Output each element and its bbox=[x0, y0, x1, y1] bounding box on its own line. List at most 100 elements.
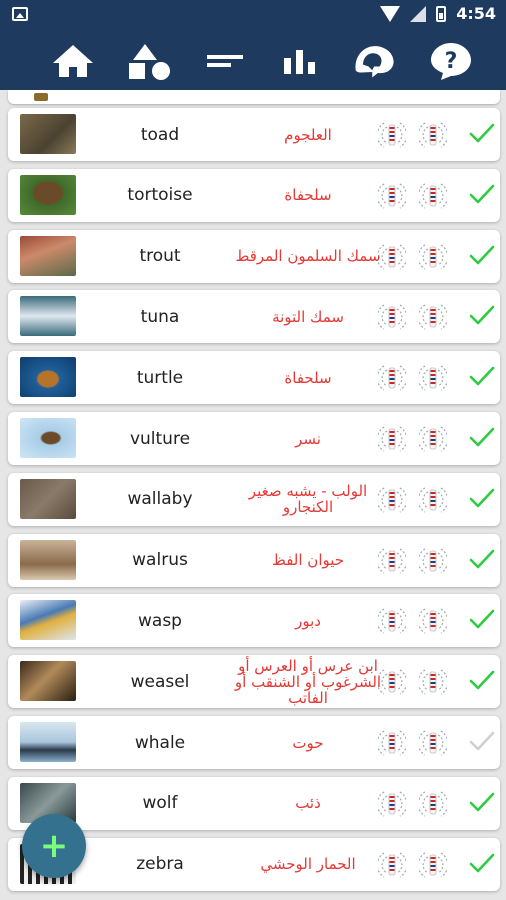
play-translation-button[interactable] bbox=[376, 787, 408, 821]
add-label: + bbox=[39, 826, 69, 866]
word-label: whale bbox=[134, 732, 186, 753]
check-icon bbox=[469, 184, 495, 204]
play-translation-button[interactable] bbox=[376, 665, 408, 699]
previous-row-edge bbox=[8, 90, 500, 104]
list-item[interactable]: wolf ذئب bbox=[8, 776, 500, 830]
animal-thumbnail bbox=[20, 296, 76, 337]
add-button[interactable]: + bbox=[22, 814, 86, 878]
learned-toggle[interactable] bbox=[468, 244, 496, 268]
learned-toggle[interactable] bbox=[468, 791, 496, 815]
list-item[interactable]: wallaby الولب - يشبه صغير الكنجارو bbox=[8, 472, 500, 526]
play-translation-button[interactable] bbox=[376, 361, 408, 395]
speaker-icon bbox=[417, 122, 449, 148]
word-label: wasp bbox=[138, 610, 182, 631]
list-item[interactable]: trout سمك السلمون المرقط bbox=[8, 229, 500, 283]
status-time: 4:54 bbox=[456, 4, 496, 23]
home-icon bbox=[53, 45, 93, 77]
speak-button[interactable] bbox=[352, 40, 398, 82]
speaker-icon bbox=[417, 183, 449, 209]
learned-toggle[interactable] bbox=[468, 365, 496, 389]
play-word-button[interactable] bbox=[417, 483, 449, 517]
learned-toggle[interactable] bbox=[468, 183, 496, 207]
play-translation-button[interactable] bbox=[376, 118, 408, 152]
play-word-button[interactable] bbox=[417, 604, 449, 638]
animal-thumbnail bbox=[20, 478, 76, 519]
learned-toggle[interactable] bbox=[468, 426, 496, 450]
learned-toggle[interactable] bbox=[468, 122, 496, 146]
stats-button[interactable] bbox=[277, 40, 323, 82]
play-translation-button[interactable] bbox=[376, 179, 408, 213]
learned-toggle[interactable] bbox=[468, 487, 496, 511]
gallery-notification-icon bbox=[12, 7, 28, 21]
check-icon bbox=[469, 853, 495, 872]
shapes-button[interactable] bbox=[127, 40, 173, 82]
learned-toggle[interactable] bbox=[468, 304, 496, 328]
play-translation-button[interactable] bbox=[376, 544, 408, 578]
speaker-icon bbox=[417, 365, 449, 391]
translation-label: الولب - يشبه صغير الكنجارو bbox=[248, 482, 368, 517]
learned-toggle[interactable] bbox=[468, 548, 496, 572]
status-right-group: 4:54 bbox=[380, 4, 496, 23]
shapes-icon bbox=[129, 44, 170, 80]
speaker-icon bbox=[417, 244, 449, 270]
play-word-button[interactable] bbox=[417, 422, 449, 456]
speaker-icon bbox=[376, 852, 408, 878]
check-icon bbox=[469, 610, 495, 629]
word-label: turtle bbox=[136, 367, 184, 388]
play-word-button[interactable] bbox=[417, 118, 449, 152]
word-label: wallaby bbox=[127, 489, 193, 510]
animal-thumbnail bbox=[20, 235, 76, 276]
speaker-icon bbox=[417, 852, 449, 878]
play-word-button[interactable] bbox=[417, 300, 449, 334]
learned-toggle[interactable] bbox=[468, 730, 496, 754]
play-word-button[interactable] bbox=[417, 848, 449, 882]
word-label: zebra bbox=[136, 854, 184, 875]
bar-chart-icon bbox=[284, 50, 315, 74]
list-item[interactable]: walrus حيوان الفظ bbox=[8, 533, 500, 587]
play-word-button[interactable] bbox=[417, 361, 449, 395]
play-translation-button[interactable] bbox=[376, 240, 408, 274]
speaker-icon bbox=[417, 791, 449, 817]
play-word-button[interactable] bbox=[417, 544, 449, 578]
speaker-icon bbox=[417, 730, 449, 756]
play-translation-button[interactable] bbox=[376, 300, 408, 334]
speaker-icon bbox=[376, 548, 408, 574]
speaker-icon bbox=[417, 304, 449, 330]
list-item[interactable]: turtle سلحفاة bbox=[8, 351, 500, 405]
list-item[interactable]: vulture نسر bbox=[8, 412, 500, 465]
play-word-button[interactable] bbox=[417, 179, 449, 213]
play-word-button[interactable] bbox=[417, 240, 449, 274]
translation-label: سلحفاة bbox=[284, 368, 332, 387]
play-word-button[interactable] bbox=[417, 787, 449, 821]
lines-button[interactable] bbox=[202, 40, 248, 82]
speaker-icon bbox=[376, 365, 408, 391]
play-word-button[interactable] bbox=[417, 665, 449, 699]
learned-toggle[interactable] bbox=[468, 852, 496, 876]
check-icon bbox=[469, 488, 495, 508]
battery-icon bbox=[436, 5, 447, 22]
play-translation-button[interactable] bbox=[376, 422, 408, 456]
home-button[interactable] bbox=[50, 40, 96, 82]
translation-label: دبور bbox=[295, 611, 321, 630]
translation-label: سمك السلمون المرقط bbox=[235, 247, 381, 266]
list-item[interactable]: wasp دبور bbox=[8, 594, 500, 648]
play-translation-button[interactable] bbox=[376, 726, 408, 760]
translation-label: سلحفاة bbox=[284, 186, 332, 205]
speaker-icon bbox=[376, 730, 408, 756]
list-item[interactable]: toad العلجوم bbox=[8, 108, 500, 161]
play-translation-button[interactable] bbox=[376, 483, 408, 517]
learned-toggle[interactable] bbox=[468, 608, 496, 632]
help-button[interactable]: ? bbox=[428, 40, 474, 82]
play-translation-button[interactable] bbox=[376, 604, 408, 638]
list-item[interactable]: tortoise سلحفاة bbox=[8, 168, 500, 222]
play-word-button[interactable] bbox=[417, 726, 449, 760]
list-item[interactable]: whale حوت bbox=[8, 716, 500, 769]
list-item[interactable]: tuna سمك التونة bbox=[8, 290, 500, 344]
word-label: tortoise bbox=[127, 185, 193, 206]
animal-thumbnail bbox=[20, 357, 76, 398]
translation-label: ابن عرس أو العرس أو الشرغوب أو الشنقب أو… bbox=[234, 656, 382, 707]
vocabulary-list[interactable]: toad العلجوم tortoise سلحفاة trout سمك ا… bbox=[0, 90, 506, 900]
play-translation-button[interactable] bbox=[376, 848, 408, 882]
list-item[interactable]: weasel ابن عرس أو العرس أو الشرغوب أو ال… bbox=[8, 655, 500, 709]
learned-toggle[interactable] bbox=[468, 669, 496, 693]
